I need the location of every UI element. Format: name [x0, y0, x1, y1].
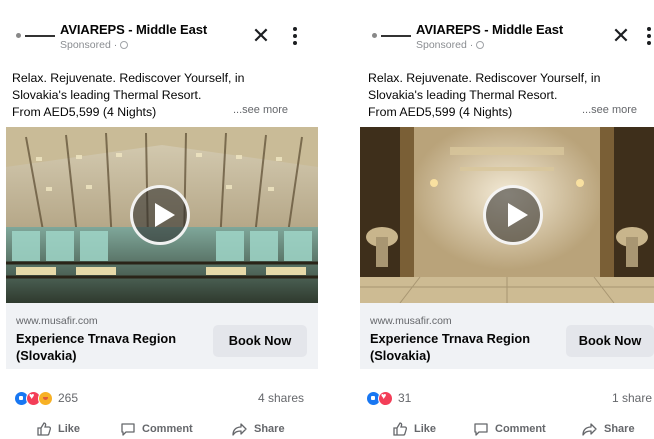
comment-button[interactable]: Comment: [120, 421, 193, 437]
thumbs-up-icon: [37, 422, 52, 436]
caption-line: Slovakia's leading Thermal Resort.: [368, 88, 558, 102]
share-label: Share: [254, 423, 285, 435]
link-title[interactable]: Experience Trnava Region (Slovakia): [16, 330, 191, 364]
caption-line: Slovakia's leading Thermal Resort.: [12, 88, 202, 102]
caption-line: From AED5,599 (4 Nights): [368, 105, 513, 119]
ad-video[interactable]: [360, 127, 654, 303]
link-url: www.musafir.com: [370, 315, 452, 327]
book-now-button[interactable]: Book Now: [213, 325, 307, 357]
reaction-count: 265: [58, 391, 79, 405]
like-button[interactable]: Like: [36, 421, 80, 437]
post-actions: Like Comment Share: [0, 418, 318, 439]
post-caption: Relax. Rejuvenate. Rediscover Yourself, …: [12, 70, 244, 121]
close-icon[interactable]: ✕: [610, 24, 632, 48]
comment-button[interactable]: Comment: [473, 421, 546, 437]
shares-count[interactable]: 1 share: [612, 391, 652, 405]
post-header: AVIAREPS - Middle East Sponsored · ✕: [12, 16, 318, 56]
sponsored-label: Sponsored ·: [416, 39, 485, 51]
advertiser-logo[interactable]: [16, 28, 56, 42]
thumbs-up-icon: [393, 422, 408, 436]
comment-icon: [121, 423, 135, 436]
post-caption: Relax. Rejuvenate. Rediscover Yourself, …: [368, 70, 600, 121]
share-button[interactable]: Share: [582, 421, 635, 437]
ad-video[interactable]: [6, 127, 318, 303]
reaction-count: 31: [398, 391, 412, 405]
sponsored-post-card: AVIAREPS - Middle East Sponsored · ✕ Rel…: [0, 0, 318, 439]
close-icon[interactable]: ✕: [250, 24, 272, 48]
share-icon: [582, 423, 597, 436]
advertiser-name[interactable]: AVIAREPS - Middle East: [60, 22, 207, 37]
play-icon[interactable]: [483, 185, 543, 245]
link-title[interactable]: Experience Trnava Region (Slovakia): [370, 330, 545, 364]
care-icon: [38, 390, 53, 406]
love-icon: [378, 390, 393, 406]
post-actions: Like Comment Share: [356, 418, 654, 439]
post-header: AVIAREPS - Middle East Sponsored · ✕: [368, 16, 654, 56]
comment-label: Comment: [495, 423, 546, 435]
link-url: www.musafir.com: [16, 315, 98, 327]
like-label: Like: [58, 423, 81, 435]
see-more-link[interactable]: ...see more: [233, 104, 288, 116]
caption-line: Relax. Rejuvenate. Rediscover Yourself, …: [12, 71, 245, 85]
sponsored-label: Sponsored ·: [60, 39, 129, 51]
globe-icon: [476, 41, 485, 49]
caption-line: Relax. Rejuvenate. Rediscover Yourself, …: [368, 71, 601, 85]
link-preview[interactable]: www.musafir.com Experience Trnava Region…: [360, 303, 654, 369]
sponsored-post-card: AVIAREPS - Middle East Sponsored · ✕ Rel…: [356, 0, 654, 439]
share-label: Share: [604, 423, 635, 435]
like-label: Like: [414, 423, 437, 435]
globe-icon: [120, 41, 129, 49]
play-icon[interactable]: [130, 185, 190, 245]
advertiser-name[interactable]: AVIAREPS - Middle East: [416, 22, 563, 37]
shares-count[interactable]: 4 shares: [258, 391, 304, 405]
advertiser-logo[interactable]: [372, 28, 412, 42]
share-button[interactable]: Share: [232, 421, 285, 437]
link-preview[interactable]: www.musafir.com Experience Trnava Region…: [6, 303, 318, 369]
comment-label: Comment: [142, 423, 193, 435]
book-now-button[interactable]: Book Now: [566, 325, 654, 357]
comment-icon: [474, 423, 488, 436]
more-options-icon[interactable]: [284, 24, 306, 48]
caption-line: From AED5,599 (4 Nights): [12, 105, 157, 119]
sponsored-text: Sponsored ·: [60, 39, 118, 51]
reactions-summary[interactable]: 265: [14, 389, 78, 407]
like-button[interactable]: Like: [392, 421, 436, 437]
share-icon: [232, 423, 247, 436]
see-more-link[interactable]: ...see more: [582, 104, 637, 116]
sponsored-text: Sponsored ·: [416, 39, 474, 51]
reactions-summary[interactable]: 31: [366, 389, 411, 407]
more-options-icon[interactable]: [638, 24, 654, 48]
